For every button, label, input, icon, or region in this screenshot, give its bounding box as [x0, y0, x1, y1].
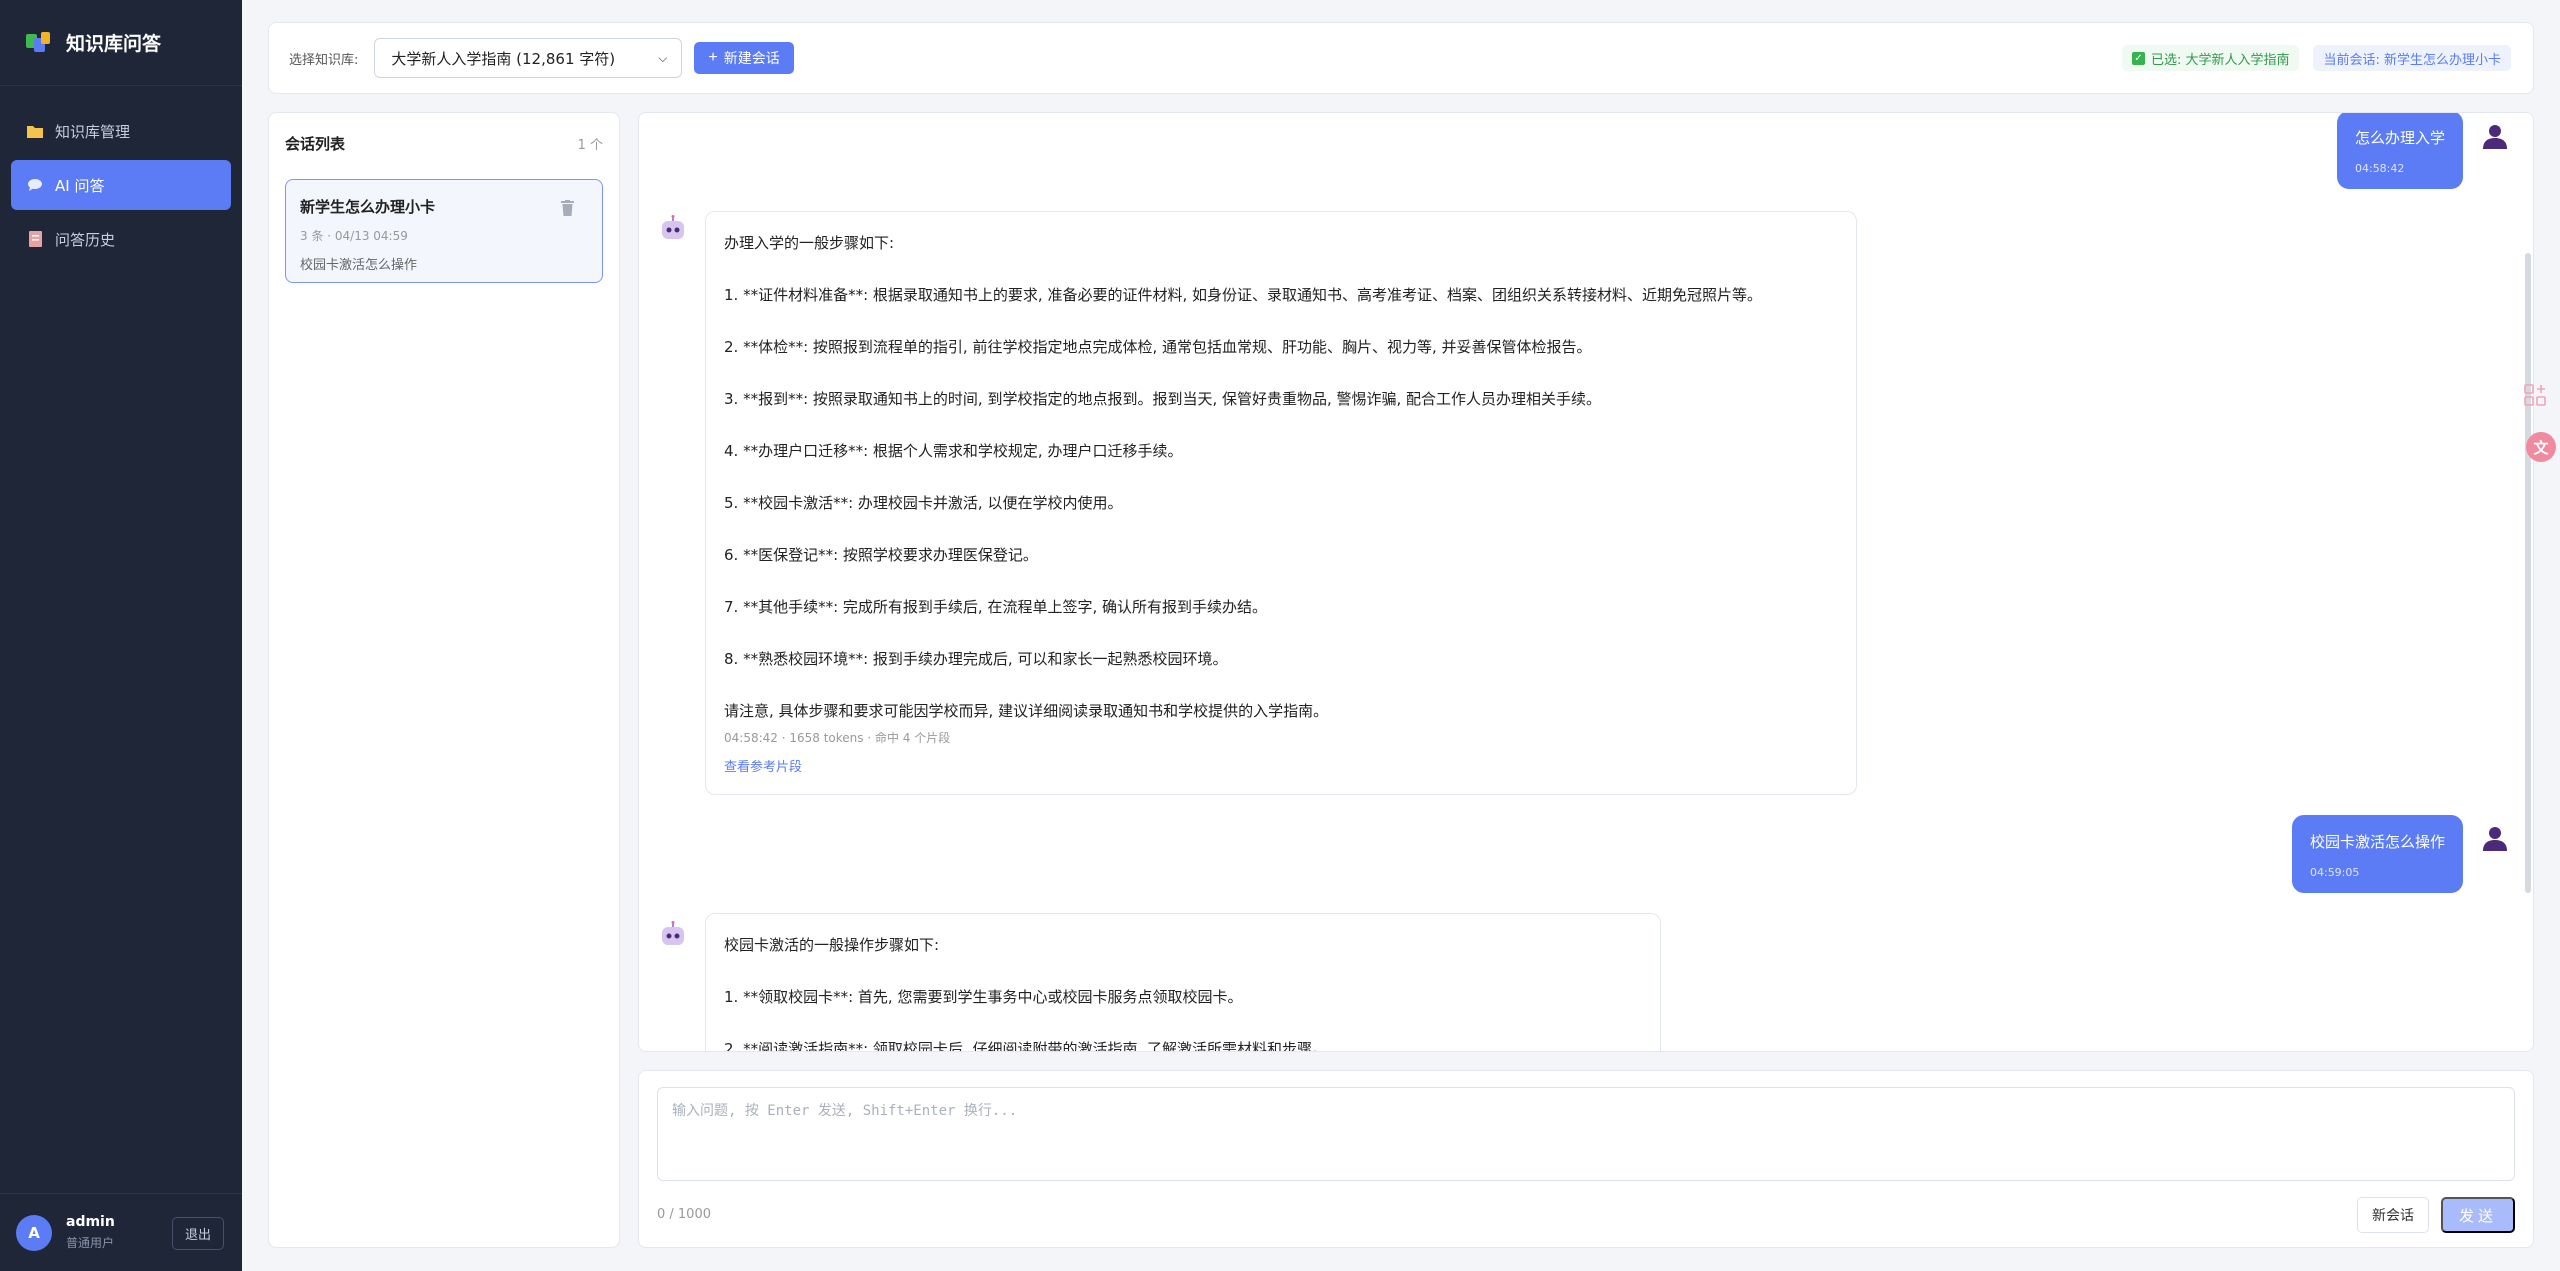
- avatar: A: [16, 1214, 52, 1251]
- user-message-time: 04:59:05: [2309, 866, 2360, 879]
- assistant-paragraph: 8. **熟悉校园环境**: 报到手续办理完成后, 可以和家长一起熟悉校园环境。: [724, 650, 1228, 668]
- new-chat-button[interactable]: + 新建会话: [694, 42, 794, 74]
- user-message-text: 怎么办理入学: [2354, 129, 2445, 147]
- conversation-title: 新学生怎么办理小卡: [300, 198, 436, 216]
- status-tags: ✓ 已选: 大学新人入学指南 当前会话: 新学生怎么办理小卡: [2108, 45, 2511, 71]
- brand: 知识库问答: [0, 0, 242, 86]
- user-role: 普通用户: [66, 1236, 115, 1250]
- user-message: 怎么办理入学 04:58:42: [2336, 113, 2463, 189]
- user-message: 校园卡激活怎么操作 04:59:05: [2291, 815, 2463, 893]
- assistant-paragraph: 办理入学的一般步骤如下:: [724, 234, 895, 252]
- user-message-text: 校园卡激活怎么操作: [2309, 833, 2445, 851]
- assistant-paragraph: 3. **报到**: 按照录取通知书上的时间, 到学校指定的地点报到。报到当天,…: [724, 390, 1602, 408]
- conversation-preview: 校园卡激活怎么操作: [300, 258, 418, 273]
- selected-kb-tag: ✓ 已选: 大学新人入学指南: [2121, 45, 2300, 71]
- chat-scrollbar[interactable]: [2525, 253, 2531, 893]
- folder-icon: [27, 123, 43, 139]
- question-input[interactable]: 输入问题, 按 Enter 发送, Shift+Enter 换行...: [657, 1087, 2515, 1181]
- new-session-button[interactable]: 新会话: [2357, 1197, 2429, 1233]
- sidebar-nav: 知识库管理 AI 问答 问答历史: [0, 86, 242, 264]
- input-panel: 输入问题, 按 Enter 发送, Shift+Enter 换行... 0 / …: [638, 1070, 2534, 1248]
- char-count: 0 / 1000: [657, 1207, 711, 1222]
- robot-icon: [662, 215, 684, 239]
- assistant-paragraph: 7. **其他手续**: 完成所有报到手续后, 在流程单上签字, 确认所有报到手…: [724, 598, 1267, 616]
- app-logo-icon: [26, 31, 52, 54]
- user-bar: A admin 普通用户 退出: [0, 1193, 242, 1271]
- assistant-paragraph: 1. **证件材料准备**: 根据录取通知书上的要求, 准备必要的证件材料, 如…: [724, 286, 1762, 304]
- grid-add-icon[interactable]: [2524, 384, 2546, 406]
- assistant-message-meta: 04:58:42 · 1658 tokens · 命中 4 个片段: [724, 731, 951, 745]
- chat-icon: [27, 177, 43, 193]
- selected-kb-text: 已选: 大学新人入学指南: [2150, 52, 2290, 68]
- translate-icon[interactable]: 文: [2526, 432, 2556, 462]
- assistant-paragraph: 5. **校园卡激活**: 办理校园卡并激活, 以便在学校内使用。: [724, 494, 1123, 512]
- logout-button[interactable]: 退出: [171, 1217, 224, 1250]
- conversation-list-panel: 会话列表 1 个 新学生怎么办理小卡 3 条 · 04/13 04:59 校园卡…: [268, 112, 620, 1248]
- kb-select-value: 大学新人入学指南 (12,861 字符): [391, 49, 616, 68]
- assistant-paragraph: 2. **体检**: 按照报到流程单的指引, 前往学校指定地点完成体检, 通常包…: [724, 338, 1592, 356]
- history-icon: [27, 231, 43, 247]
- nav-label: 知识库管理: [55, 122, 131, 141]
- send-button[interactable]: 发送: [2441, 1197, 2515, 1233]
- trash-icon[interactable]: [561, 200, 574, 216]
- current-session-text: 当前会话: 新学生怎么办理小卡: [2323, 52, 2501, 68]
- user-avatar-icon: [2483, 125, 2507, 149]
- assistant-paragraph: 校园卡激活的一般操作步骤如下:: [724, 936, 940, 954]
- user-name: admin: [66, 1214, 115, 1230]
- conversation-list-header: 会话列表 1 个: [269, 113, 619, 173]
- user-info: admin 普通用户: [66, 1214, 115, 1251]
- toolbar: 选择知识库: 大学新人入学指南 (12,861 字符) ⌵ + 新建会话 ✓ 已…: [268, 22, 2534, 94]
- check-icon: ✓: [2131, 51, 2145, 65]
- view-references-link[interactable]: 查看参考片段: [724, 758, 1838, 778]
- assistant-message: 办理入学的一般步骤如下: 1. **证件材料准备**: 根据录取通知书上的要求,…: [705, 211, 1857, 795]
- assistant-paragraph: 4. **办理户口迁移**: 根据个人需求和学校规定, 办理户口迁移手续。: [724, 442, 1183, 460]
- conversation-list-title: 会话列表: [285, 134, 346, 153]
- new-chat-label: 新建会话: [723, 50, 780, 66]
- assistant-paragraph: 2. **阅读激活指南**: 领取校园卡后, 仔细阅读附带的激活指南, 了解激活…: [724, 1040, 1327, 1052]
- app-title: 知识库问答: [66, 33, 162, 55]
- user-message-time: 04:58:42: [2354, 162, 2405, 175]
- nav-item-ai-qa[interactable]: AI 问答: [11, 160, 231, 210]
- assistant-paragraph: 1. **领取校园卡**: 首先, 您需要到学生事务中心或校园卡服务点领取校园卡…: [724, 988, 1243, 1006]
- kb-select[interactable]: 大学新人入学指南 (12,861 字符) ⌵: [374, 38, 683, 78]
- nav-label: AI 问答: [55, 176, 105, 195]
- plus-icon: +: [708, 49, 718, 66]
- conversation-meta: 3 条 · 04/13 04:59: [300, 229, 408, 243]
- chevron-down-icon: ⌵: [658, 50, 668, 65]
- user-avatar-icon: [2483, 827, 2507, 851]
- nav-item-knowledge-base[interactable]: 知识库管理: [11, 106, 231, 156]
- kb-select-label: 选择知识库:: [289, 52, 359, 68]
- nav-label: 问答历史: [55, 230, 116, 249]
- nav-item-history[interactable]: 问答历史: [11, 214, 231, 264]
- sidebar: 知识库问答 知识库管理 AI 问答 问答历史 A admin 普通用户 退出: [0, 0, 242, 1271]
- chat-panel: 怎么办理入学 04:58:42 办理入学的一般步骤如下: 1. **证件材料准备…: [638, 112, 2534, 1052]
- current-session-tag: 当前会话: 新学生怎么办理小卡: [2313, 45, 2511, 71]
- assistant-message: 校园卡激活的一般操作步骤如下: 1. **领取校园卡**: 首先, 您需要到学生…: [705, 913, 1661, 1052]
- assistant-paragraph: 请注意, 具体步骤和要求可能因学校而异, 建议详细阅读录取通知书和学校提供的入学…: [724, 702, 1329, 720]
- conversation-count: 1 个: [577, 137, 603, 153]
- robot-icon: [662, 921, 684, 945]
- assistant-paragraph: 6. **医保登记**: 按照学校要求办理医保登记。: [724, 546, 1038, 564]
- conversation-item[interactable]: 新学生怎么办理小卡 3 条 · 04/13 04:59 校园卡激活怎么操作: [285, 179, 603, 283]
